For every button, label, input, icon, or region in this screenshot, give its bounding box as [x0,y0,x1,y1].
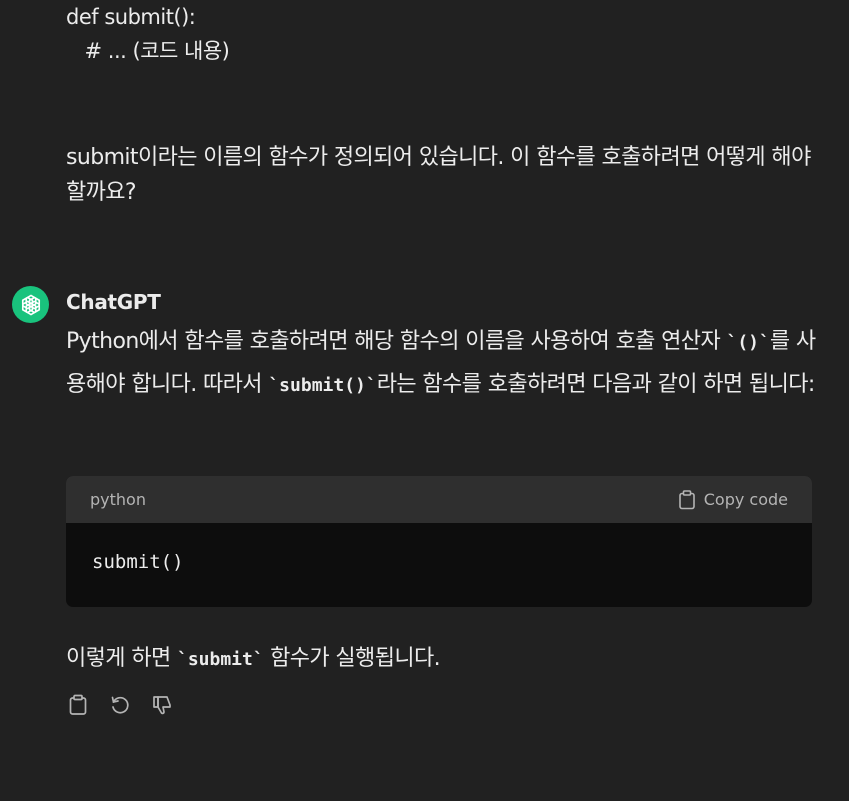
code-block-header: python Copy code [66,476,812,523]
code-language-label: python [90,490,146,509]
thumbs-down-icon [153,696,171,715]
message-actions [66,692,174,718]
inline-code: `submit` [177,649,264,670]
clipboard-icon [678,489,695,509]
avatar [12,286,49,323]
code-content: submit() [92,551,184,573]
openai-logo-icon [21,294,40,315]
regenerate-button[interactable] [108,692,132,718]
closing-text-part: 이렇게 하면 [66,646,177,671]
closing-text-part: 함수가 실행됩니다. [263,646,441,671]
answer-text-part: 라는 함수를 호출하려면 다음과 같이 하면 됩니다: [376,372,816,397]
inline-code: `()` [726,332,770,353]
answer-text-part: Python에서 함수를 호출하려면 해당 함수의 이름을 사용하여 호출 연산… [66,329,727,354]
thumbs-down-button[interactable] [150,692,174,718]
inline-code: `submit()` [268,375,377,396]
code-block: python Copy code submit() [66,476,812,607]
regenerate-icon [111,696,129,714]
user-question: submit이라는 이름의 함수가 정의되어 있습니다. 이 함수를 호출하려면… [66,145,811,205]
copy-message-button[interactable] [66,692,90,718]
copy-code-button[interactable]: Copy code [678,489,788,510]
user-code-line: def submit(): [66,5,196,29]
copy-code-label: Copy code [703,490,788,509]
user-code-line: # ... (코드 내용) [66,39,230,63]
answer-text: Python에서 함수를 호출하려면 해당 함수의 이름을 사용하여 호출 연산… [66,321,826,407]
copy-icon [69,694,87,715]
user-message: def submit(): # ... (코드 내용) [66,0,826,68]
author-name: ChatGPT [66,290,161,314]
closing-text: 이렇게 하면 `submit` 함수가 실행됩니다. [66,640,826,679]
